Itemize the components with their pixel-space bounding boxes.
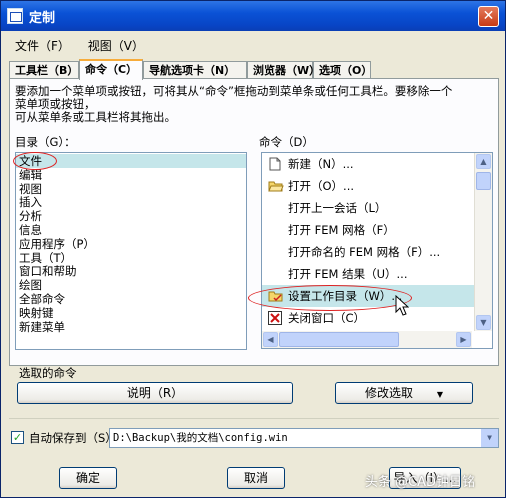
catalog-item[interactable]: 视图: [16, 182, 246, 196]
selected-command-label: 选取的命令: [19, 366, 77, 380]
autosave-path-combo[interactable]: D:\Backup\我的文档\config.win ▼: [109, 428, 499, 448]
catalog-item[interactable]: 映射键: [16, 306, 246, 320]
ok-button[interactable]: 确定: [59, 467, 117, 489]
catalog-item[interactable]: 新建菜单: [16, 320, 246, 334]
commands-vertical-scrollbar[interactable]: ▲ ▼: [474, 153, 492, 331]
command-item[interactable]: 打开 FEM 网格（F）: [262, 219, 475, 241]
command-item[interactable]: 打开（O）...: [262, 175, 475, 197]
scroll-up-icon[interactable]: ▲: [476, 154, 491, 169]
catalog-item[interactable]: 窗口和帮助: [16, 264, 246, 278]
highlight-ellipse: [13, 152, 57, 170]
catalog-item[interactable]: 全部命令: [16, 292, 246, 306]
commands-label: 命令（D）: [259, 135, 314, 149]
catalog-label: 目录（G）：: [15, 135, 76, 149]
commands-horizontal-scrollbar[interactable]: ◀ ▶: [262, 331, 472, 348]
separator: [9, 418, 499, 419]
autosave-checkbox[interactable]: ✓: [11, 431, 24, 444]
instruction-text: 要添加一个菜单项或按钮，可将其从“命令”框拖动到菜单条或任何工具栏。要移除一个 …: [15, 84, 453, 124]
scroll-right-icon[interactable]: ▶: [456, 332, 471, 347]
tab-toolbars[interactable]: 工具栏（B）: [9, 61, 79, 78]
window-title: 定制: [29, 11, 56, 26]
catalog-list[interactable]: 文件 编辑 视图 插入 分析 信息 应用程序（P） 工具（T） 窗口和帮助 绘图…: [15, 152, 247, 350]
dropdown-arrow-icon: ▼: [436, 390, 443, 399]
catalog-item[interactable]: 工具（T）: [16, 251, 246, 265]
command-item[interactable]: 打开上一会话（L）: [262, 197, 475, 219]
description-button[interactable]: 说明（R）: [17, 382, 293, 404]
catalog-item[interactable]: 绘图: [16, 278, 246, 292]
command-item[interactable]: 新建（N）...: [262, 153, 475, 175]
autosave-path-value: D:\Backup\我的文档\config.win: [113, 432, 288, 444]
autosave-label: 自动保存到（S）: [29, 431, 117, 445]
catalog-item[interactable]: 编辑: [16, 168, 246, 182]
app-icon: [7, 8, 23, 24]
modify-selection-button[interactable]: 修改选取 ▼: [335, 382, 473, 404]
command-item[interactable]: 打开命名的 FEM 网格（F）...: [262, 241, 475, 263]
close-icon: ✕: [482, 8, 495, 24]
command-item[interactable]: 打开 FEM 结果（U）...: [262, 263, 475, 285]
catalog-item[interactable]: 分析: [16, 209, 246, 223]
close-button[interactable]: ✕: [478, 6, 499, 27]
tab-browser[interactable]: 浏览器（W）: [247, 61, 320, 78]
watermark: 头条 @CAD钟日铭: [364, 475, 475, 490]
menu-view[interactable]: 视图（V）: [88, 39, 144, 53]
open-folder-icon: [268, 179, 284, 193]
customize-dialog: 定制 ✕ 文件（F） 视图（V） 工具栏（B） 命令（C） 导航选项卡（N） 浏…: [0, 0, 506, 498]
mouse-cursor-icon: [395, 295, 409, 316]
command-item[interactable]: 关闭窗口（C）: [262, 307, 475, 329]
scroll-down-icon[interactable]: ▼: [476, 315, 491, 330]
cancel-button[interactable]: 取消: [227, 467, 285, 489]
menu-bar: 文件（F） 视图（V）: [15, 37, 158, 54]
menu-file[interactable]: 文件（F）: [15, 39, 70, 53]
scroll-left-icon[interactable]: ◀: [263, 332, 278, 347]
chevron-down-icon[interactable]: ▼: [481, 429, 498, 447]
highlight-ellipse: [248, 285, 412, 311]
tab-options[interactable]: 选项（O）: [313, 61, 372, 78]
commands-list[interactable]: 新建（N）... 打开（O）... 打开上一会话（L） 打开 FEM 网格（F）…: [261, 152, 493, 349]
scroll-thumb[interactable]: [476, 172, 491, 190]
catalog-item[interactable]: 插入: [16, 195, 246, 209]
catalog-item[interactable]: 信息: [16, 223, 246, 237]
catalog-item[interactable]: 应用程序（P）: [16, 237, 246, 251]
close-window-icon: [268, 311, 282, 325]
tab-commands[interactable]: 命令（C）: [79, 59, 143, 80]
tab-navigator[interactable]: 导航选项卡（N）: [143, 61, 247, 78]
title-bar[interactable]: 定制 ✕: [1, 1, 505, 31]
new-document-icon: [268, 157, 282, 171]
horizontal-scroll-thumb[interactable]: [279, 332, 399, 347]
